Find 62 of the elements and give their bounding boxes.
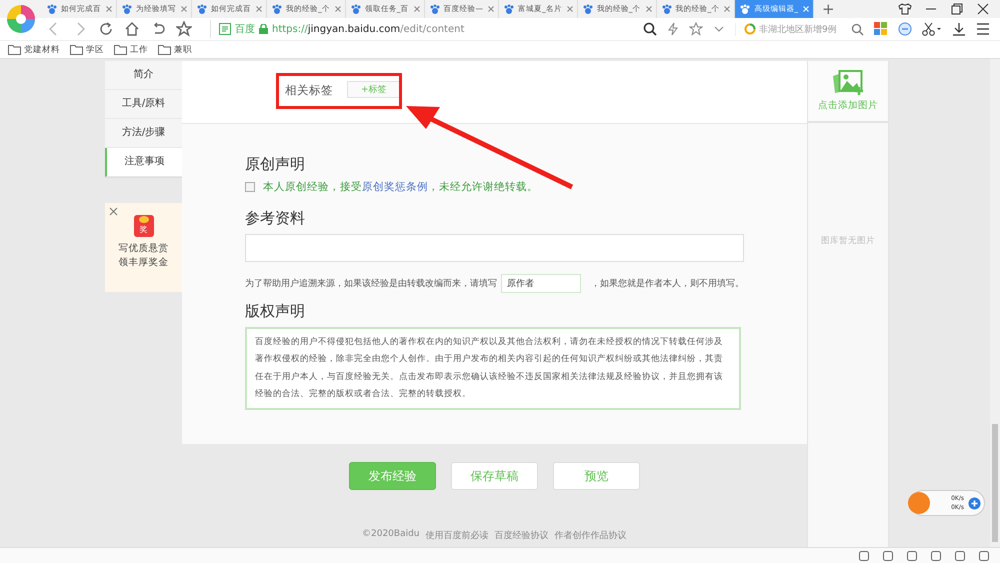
paw-icon [121,4,133,14]
download-icon[interactable] [952,22,966,36]
star-icon[interactable] [689,22,703,36]
search-logo-icon [744,23,756,35]
apps-icon[interactable] [874,22,888,36]
bookmark[interactable]: 工作 [114,44,148,56]
hint-text: ，如果您就是作者本人，则不用填写。 [591,278,744,290]
paw-icon [46,4,58,14]
address-field[interactable]: 百度 https://jingyan.baidu.com/edit/content [210,20,464,38]
home-icon[interactable] [124,21,140,37]
lock-icon [259,24,268,34]
menu-icon[interactable] [976,22,990,36]
bookmark[interactable]: 党建材料 [8,44,60,56]
empty-gallery-text: 图库暂无图片 [820,235,876,247]
reload-icon[interactable] [98,21,114,37]
originality-statement: 本人原创经验，接受原创奖惩条例，未经允许谢绝转载。 [263,180,538,194]
paw-icon [196,4,208,14]
paw-icon [660,4,672,14]
nav-item[interactable]: 注意事项 [105,148,182,177]
section-heading: 版权声明 [245,301,306,321]
restore-icon[interactable] [950,3,964,15]
copyright-notice: 百度经验的用户不得侵犯包括他人的著作权在内的知识产权以及其他合法权利，请勿在未经授权的情况下转载任何涉及著作权侵权的经验，除非完全由您个人创作。由于用户发布的相关内容引起的任何知识产权纠纷或其他法律纠纷，其责任在于用户本人，与百度经验无关。点击发布即表示您确认该经验不违反国家相关法律法规及经验协议，并且您拥有该经验的合法、完整的版权或者合法、完整的转载授权。 [245,327,741,410]
envelope-label: 奖 [140,224,148,236]
speed-ball-icon[interactable] [908,492,930,514]
folder-icon [70,44,83,55]
lightning-icon[interactable] [667,22,679,36]
close-icon[interactable] [976,3,990,15]
paw-icon [271,4,283,14]
copyright-text: ©2020Baidu [362,529,420,541]
checkbox[interactable] [245,182,255,192]
zoom-icon[interactable] [643,22,657,36]
paw-icon [582,4,594,14]
paw-icon [739,4,752,14]
bookmark[interactable]: 学区 [70,44,104,56]
url-text: https://jingyan.baidu.com/edit/content [272,24,464,34]
search-placeholder: 非湖北地区新增9例 [759,24,838,36]
star-icon[interactable] [176,21,192,37]
new-tab-button[interactable]: + [814,0,843,18]
promo-text: 写优质悬赏领丰厚奖金 [118,242,170,270]
bookmark[interactable]: 兼职 [158,44,192,56]
hint-text: 为了帮助用户追溯来源，如果该经验是由转载改编而来，请填写 [245,278,497,290]
tags-label: 相关标签 [285,82,333,99]
rules-link[interactable]: 原创奖惩条例 [362,181,428,193]
site-label: 百度 [235,22,255,36]
certificate-icon [219,23,231,35]
plus-icon[interactable] [968,496,981,510]
reference-field[interactable] [245,234,744,262]
section-heading: 原创声明 [245,154,306,174]
paw-icon [503,4,515,14]
paw-icon [350,4,362,14]
section-heading: 参考资料 [245,208,306,228]
add-image-icon [831,70,865,96]
folder-icon [158,44,171,55]
coin-icon [138,216,148,223]
scrollbar[interactable] [990,59,1000,547]
folder-icon [114,44,127,55]
scissors-icon[interactable] [922,22,942,36]
folder-icon [8,44,21,55]
paw-icon [428,4,440,14]
minus-circle-icon[interactable] [898,22,912,36]
author-field[interactable]: 原作者 [501,274,581,293]
shirt-icon[interactable] [898,3,912,15]
